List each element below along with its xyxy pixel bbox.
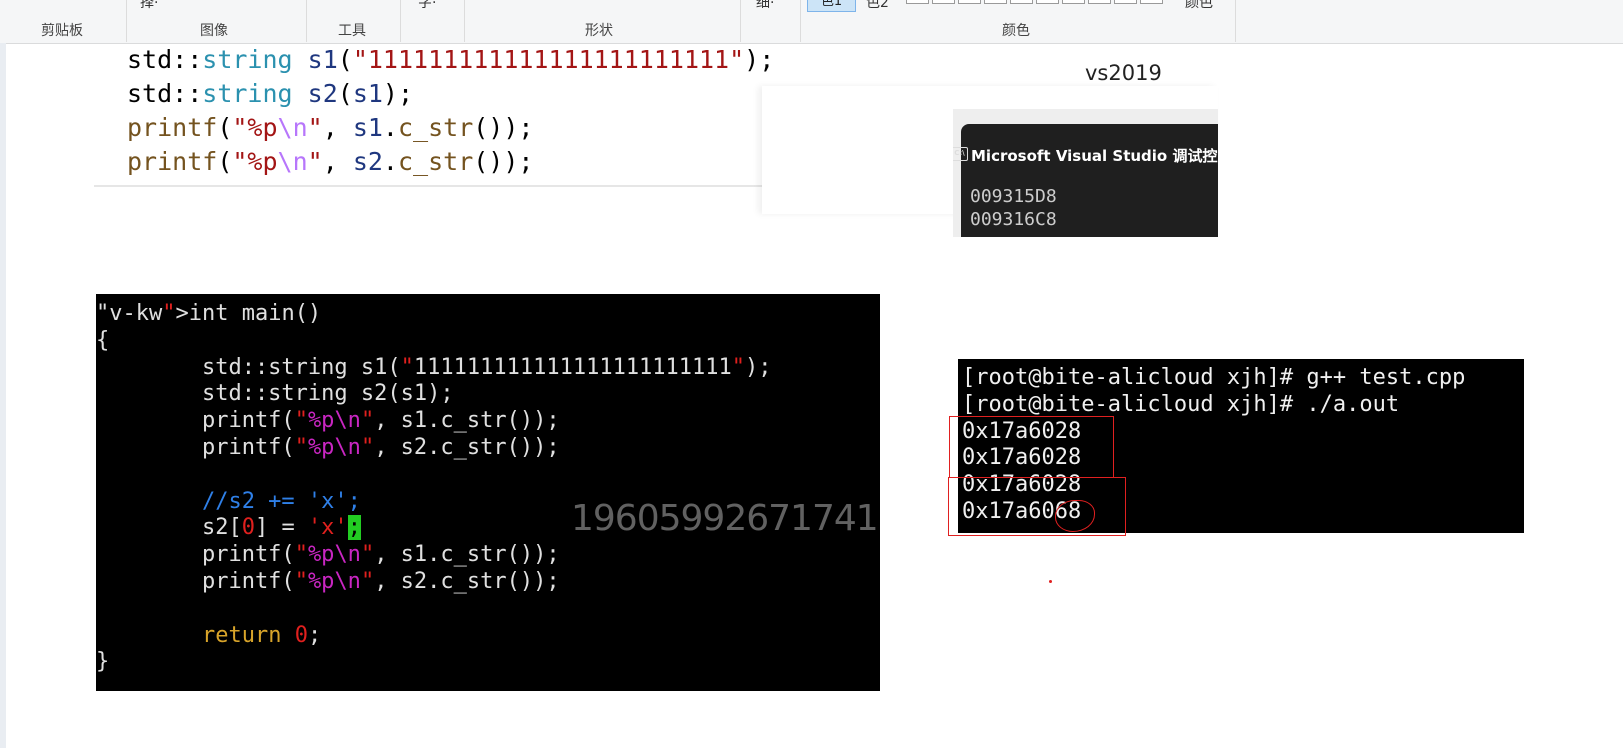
group-divider — [464, 0, 465, 42]
vim-code-line: std::string s2(s1); — [96, 381, 454, 407]
color1-button[interactable]: 色1 — [807, 0, 856, 12]
group-divider — [126, 0, 127, 42]
color-swatch[interactable] — [1088, 0, 1111, 4]
color-swatch[interactable] — [1036, 0, 1059, 4]
color-swatch[interactable] — [906, 0, 929, 4]
vim-code-line: } — [96, 649, 110, 675]
code-line: printf("%p\n", s2.c_str()); — [127, 147, 534, 176]
vim-code-line: printf("%p\n", s1.c_str()); — [96, 542, 560, 568]
canvas-left-edge — [0, 43, 6, 748]
vim-code-line: printf("%p\n", s2.c_str()); — [96, 435, 560, 460]
group-label-clipboard: 剪贴板 — [41, 23, 83, 39]
console-title: C:\ Microsoft Visual Studio 调试控 — [953, 145, 1218, 166]
vs-debug-console: C:\ Microsoft Visual Studio 调试控 009315D8… — [953, 109, 1218, 237]
console-output-line: 009316C8 — [970, 209, 1057, 230]
color-swatch[interactable] — [1114, 0, 1137, 4]
vs-version-label: vs2019 — [1085, 61, 1162, 85]
console-output-line: 009315D8 — [970, 186, 1057, 207]
vim-code-line: std::string s1("111111111111111111111111… — [96, 354, 772, 380]
red-annotation-box — [948, 477, 1126, 536]
color-swatch[interactable] — [1062, 0, 1085, 4]
color-swatch[interactable] — [984, 0, 1007, 4]
vim-code-line: //s2 += 'x'; — [96, 488, 361, 514]
vim-code-line: printf("%p\n", s2.c_str()); — [96, 569, 560, 594]
edit-colors-button[interactable]: 颜色 — [1185, 0, 1213, 12]
paint-ribbon: 择· 字· 细· 色1 色2 颜色 剪贴板 图像 工具 形状 颜色 — [0, 0, 1623, 44]
vim-editor: "v-kw">int main(){ std::string s1("11111… — [96, 294, 880, 691]
vim-code-line: printf("%p\n", s1.c_str()); — [96, 408, 560, 434]
color-swatch[interactable] — [1010, 0, 1033, 4]
watermark-text: 1960599267174100993 — [571, 498, 880, 539]
red-dot — [1049, 580, 1052, 583]
vim-code-line: "v-kw">int main() — [96, 301, 322, 326]
terminal-line: [root@bite-alicloud xjh]# ./a.out — [962, 391, 1400, 417]
code-line: printf("%p\n", s1.c_str()); — [127, 113, 534, 142]
ribbon-cut-label-1[interactable]: 择· — [140, 0, 158, 12]
vim-code-line: s2[0] = 'x'; — [96, 515, 361, 541]
group-divider — [800, 0, 801, 42]
color-palette[interactable] — [906, 0, 1163, 4]
terminal-line: [root@bite-alicloud xjh]# g++ test.cpp — [962, 365, 1466, 390]
group-label-colors: 颜色 — [1002, 23, 1030, 39]
ribbon-cut-label-2[interactable]: 字· — [418, 0, 436, 12]
console-icon: C:\ — [953, 147, 968, 161]
group-label-image: 图像 — [200, 23, 228, 39]
color-swatch[interactable] — [958, 0, 981, 4]
color2-button[interactable]: 色2 — [866, 0, 889, 12]
vim-code-line: return 0; — [201, 622, 322, 648]
group-label-tools: 工具 — [338, 23, 366, 39]
vim-code-line: { — [96, 327, 110, 353]
red-annotation-box — [949, 416, 1114, 478]
console-title-text: Microsoft Visual Studio 调试控 — [971, 147, 1218, 165]
group-divider — [306, 0, 307, 42]
code-line: std::string s1("111111111111111111111111… — [127, 45, 775, 74]
ribbon-cut-label-3[interactable]: 细· — [756, 0, 774, 12]
color-swatch[interactable] — [1140, 0, 1163, 4]
group-divider — [1235, 0, 1236, 42]
group-label-shapes: 形状 — [585, 23, 613, 39]
group-divider — [740, 0, 741, 42]
group-divider — [400, 0, 401, 42]
code-line: std::string s2(s1); — [127, 79, 414, 108]
vs-code-snippet: std::string s1("111111111111111111111111… — [94, 45, 774, 187]
color-swatch[interactable] — [932, 0, 955, 4]
